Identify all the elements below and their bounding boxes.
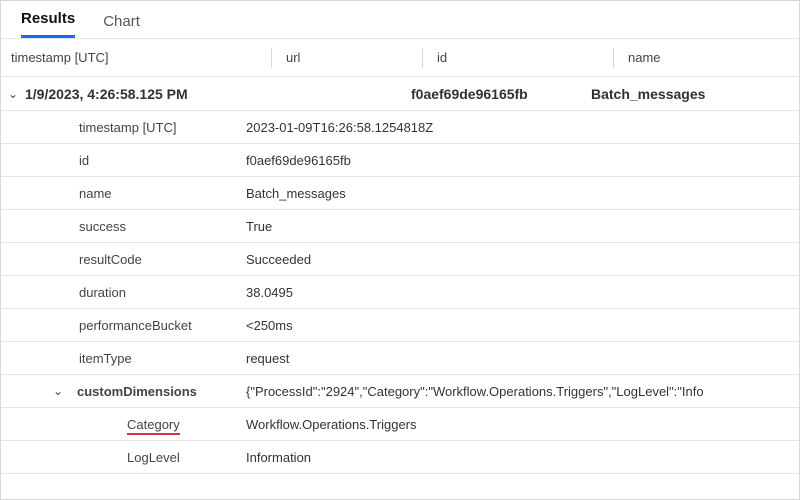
nested-value: Information: [246, 450, 799, 465]
col-sep: [271, 48, 272, 68]
customdimensions-raw: {"ProcessId":"2924","Category":"Workflow…: [246, 384, 799, 399]
detail-value: 38.0495: [246, 285, 799, 300]
detail-value: 2023-01-09T16:26:58.1254818Z: [246, 120, 799, 135]
detail-value: Succeeded: [246, 252, 799, 267]
col-sep: [422, 48, 423, 68]
detail-value: True: [246, 219, 799, 234]
tab-chart[interactable]: Chart: [103, 13, 140, 38]
detail-key: resultCode: [1, 252, 246, 267]
customdimensions-label: customDimensions: [77, 384, 197, 399]
detail-value: request: [246, 351, 799, 366]
table-row: CategoryWorkflow.Operations.Triggers: [1, 408, 799, 441]
chevron-down-icon[interactable]: ⌄: [1, 88, 25, 100]
detail-key: itemType: [1, 351, 246, 366]
table-row: resultCodeSucceeded: [1, 243, 799, 276]
table-row: timestamp [UTC]2023-01-09T16:26:58.12548…: [1, 111, 799, 144]
chevron-down-icon[interactable]: ⌄: [49, 384, 67, 398]
detail-key: timestamp [UTC]: [1, 120, 246, 135]
table-row: idf0aef69de96165fb: [1, 144, 799, 177]
detail-key: name: [1, 186, 246, 201]
tabs-bar: Results Chart: [1, 1, 799, 39]
detail-value: <250ms: [246, 318, 799, 333]
table-row: performanceBucket<250ms: [1, 309, 799, 342]
summary-name: Batch_messages: [591, 86, 799, 102]
detail-key: id: [1, 153, 246, 168]
row-summary[interactable]: ⌄ 1/9/2023, 4:26:58.125 PM f0aef69de9616…: [1, 77, 799, 111]
table-row: duration38.0495: [1, 276, 799, 309]
col-sep: [613, 48, 614, 68]
table-row: nameBatch_messages: [1, 177, 799, 210]
col-id[interactable]: id: [433, 50, 613, 65]
table-row: LogLevelInformation: [1, 441, 799, 474]
col-url[interactable]: url: [282, 50, 422, 65]
detail-key: success: [1, 219, 246, 234]
col-name[interactable]: name: [624, 50, 799, 65]
table-row: successTrue: [1, 210, 799, 243]
detail-key: duration: [1, 285, 246, 300]
col-timestamp[interactable]: timestamp [UTC]: [1, 50, 271, 65]
nested-value: Workflow.Operations.Triggers: [246, 417, 799, 432]
table-row: itemTyperequest: [1, 342, 799, 375]
summary-id: f0aef69de96165fb: [411, 86, 591, 102]
detail-value: Batch_messages: [246, 186, 799, 201]
row-customdimensions[interactable]: ⌄ customDimensions {"ProcessId":"2924","…: [1, 375, 799, 408]
detail-value: f0aef69de96165fb: [246, 153, 799, 168]
summary-timestamp: 1/9/2023, 4:26:58.125 PM: [25, 86, 271, 102]
table-header: timestamp [UTC] url id name: [1, 39, 799, 77]
detail-key: performanceBucket: [1, 318, 246, 333]
nested-key: LogLevel: [1, 450, 246, 465]
nested-key: Category: [1, 417, 246, 432]
tab-results[interactable]: Results: [21, 10, 75, 38]
